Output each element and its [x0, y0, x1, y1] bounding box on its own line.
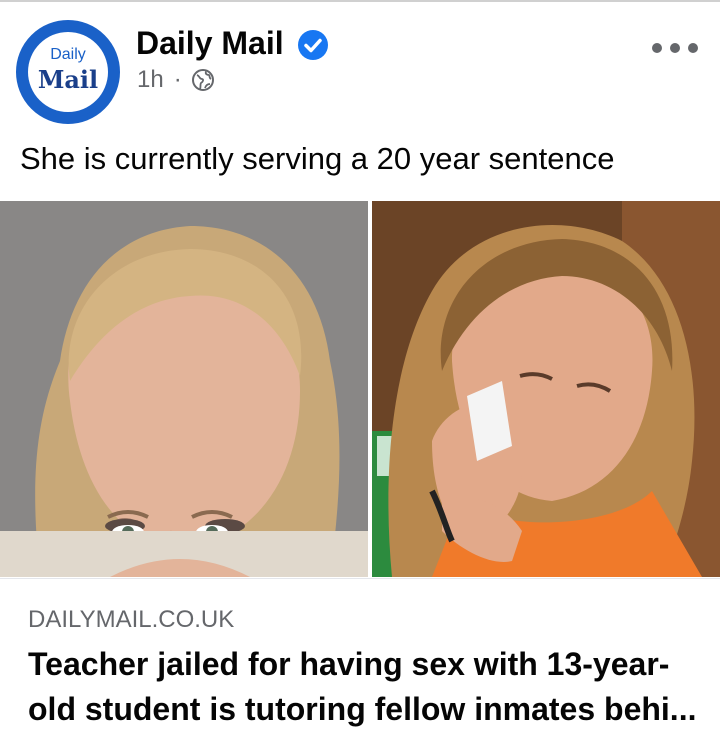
more-dot	[652, 43, 662, 53]
courtroom-photo[interactable]	[372, 201, 720, 577]
link-headline[interactable]: Teacher jailed for having sex with 13-ye…	[28, 642, 698, 732]
avatar-logo: Daily Mail	[28, 32, 108, 112]
post-photos[interactable]	[0, 201, 720, 577]
more-options-icon[interactable]	[652, 36, 698, 60]
post-meta: 1h ·	[137, 66, 215, 94]
avatar-logo-daily: Daily	[50, 46, 86, 63]
page-name[interactable]: Daily Mail	[136, 25, 284, 62]
meta-separator: ·	[173, 66, 182, 93]
link-domain: DAILYMAIL.CO.UK	[28, 606, 235, 633]
verified-badge-icon	[298, 30, 328, 60]
link-headline-line2: old student is tutoring fellow inmates b…	[28, 691, 697, 727]
mugshot-photo[interactable]	[0, 201, 368, 577]
courtroom-illustration	[372, 201, 720, 577]
globe-icon	[191, 69, 214, 91]
post-timestamp[interactable]: 1h	[137, 66, 164, 94]
avatar-logo-mail: Mail	[37, 65, 99, 94]
more-dot	[688, 43, 698, 53]
page-avatar[interactable]: Daily Mail	[16, 20, 120, 124]
post-caption: She is currently serving a 20 year sente…	[20, 141, 615, 176]
top-divider	[0, 0, 720, 2]
more-dot	[670, 43, 680, 53]
link-headline-line1: Teacher jailed for having sex with 13-ye…	[28, 646, 670, 682]
mugshot-illustration	[0, 201, 368, 577]
